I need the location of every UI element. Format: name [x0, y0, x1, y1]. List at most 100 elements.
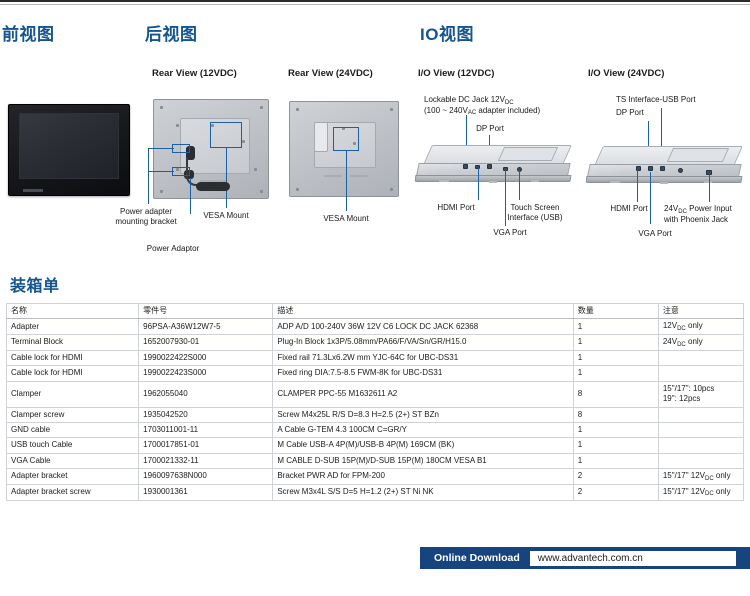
table-row: Cable lock for HDMI 1990022422S000 Fixed r… — [5, 349, 745, 367]
note-suffix: only — [685, 321, 703, 331]
leader-line-hdmi-24 — [637, 170, 638, 202]
cell-name: Cable lock for HDMI — [5, 349, 140, 367]
page-top-rule — [0, 0, 750, 5]
cell-name: USB touch Cable — [5, 437, 140, 454]
front-view-screen — [19, 113, 119, 179]
cell-part-number: 1703011001-11 — [138, 421, 274, 439]
cell-quantity: 1 — [572, 421, 659, 439]
callout-24v-suffix: Power Input — [686, 204, 732, 213]
screw-icon — [160, 106, 163, 109]
leader-line-vesa-24 — [346, 151, 347, 211]
screw-icon — [254, 168, 257, 171]
note-suffix: only — [713, 486, 731, 496]
table-row: GND cable 1703011001-11 A Cable G-TEM 4.3 … — [5, 421, 745, 439]
callout-lockable-dc-jack-line2a: (100 ~ 240V — [424, 105, 468, 115]
cell-name: Terminal Block — [5, 334, 140, 351]
online-download-bar: Online Download www.advantech.com.cn — [420, 547, 750, 569]
callout-vga-port-12vdc: VGA Port — [493, 228, 527, 237]
cell-part-number: 96PSA-A36W12W7-5 — [138, 318, 274, 336]
cell-name: Cable lock for HDMI — [5, 365, 140, 382]
leader-line-hdmi-12 — [478, 168, 479, 200]
caption-io-view-12vdc: I/O View (12VDC) — [418, 68, 495, 79]
packing-list-table: 名称 零件号 描述 数量 注意 Adapter 96PSA-A36W12W7-5 A… — [5, 302, 745, 501]
cell-name: VGA Cable — [5, 452, 140, 470]
cell-note — [657, 421, 745, 439]
port-usb-ts-24 — [678, 168, 683, 173]
table-row: VGA Cable 1700021332-11 M CABLE D-SUB 15P(… — [5, 452, 745, 470]
cell-quantity: 1 — [572, 334, 659, 351]
callout-vga-port-24vdc: VGA Port — [638, 229, 672, 238]
leader-line-ts-24 — [661, 108, 662, 151]
cell-description: A Cable G-TEM 4.3 100CM C=GR/Y — [272, 421, 574, 439]
front-view-brand-logo — [23, 189, 43, 192]
cell-part-number: 1652007930-01 — [138, 334, 274, 351]
cell-note — [657, 349, 745, 367]
callout-lockable-dc-jack-line1: Lockable DC Jack 12V — [424, 95, 505, 104]
callout-lockable-dc-jack-line2sub: AC — [467, 110, 477, 117]
callout-vesa-mount-12vdc: VESA Mount — [203, 211, 249, 220]
leader-line-bracket-lower — [148, 171, 174, 172]
note-subscript: DC — [677, 341, 686, 348]
packing-list-heading: 装箱单 — [10, 278, 60, 295]
column-header-name: 名称 — [5, 302, 140, 320]
cell-part-number: 1930001361 — [138, 483, 274, 501]
table-row: Adapter 96PSA-A36W12W7-5 ADP A/D 100-240V … — [5, 318, 745, 336]
cell-note — [657, 452, 745, 470]
note-suffix: only — [685, 337, 703, 347]
cell-description: M Cable USB-A 4P(M)/USB-B 4P(M) 169CM (B… — [272, 437, 574, 454]
screw-icon — [260, 106, 263, 109]
note-prefix: 15"/17" 12V — [662, 486, 706, 496]
cell-part-number: 1960097638N000 — [138, 468, 274, 485]
leader-line-bracket-upper — [148, 148, 174, 149]
callout-24v-line2: with Phoenix Jack — [664, 214, 729, 224]
note-prefix: 24V — [662, 337, 678, 347]
table-row: Terminal Block 1652007930-01 Plug-In Block… — [5, 334, 745, 351]
cell-description: Screw M4x25L R/S D=8.3 H=2.5 (2+) ST BZn — [272, 406, 574, 423]
section-heading-front-view: 前视图 — [2, 25, 55, 44]
cell-description: Screw M3x4L S/S D=5 H=1.2 (2+) ST Ni NK — [272, 483, 574, 501]
callout-lockable-dc-jack: Lockable DC Jack 12VDC (100 ~ 240VAC adap… — [424, 95, 574, 116]
screw-icon — [160, 190, 163, 193]
cell-quantity: 2 — [572, 468, 659, 485]
cell-part-number: 1935042520 — [138, 406, 274, 423]
leader-line-power-24 — [709, 174, 710, 202]
callout-ts-interface-usb-port: TS Interface-USB Port — [616, 95, 696, 104]
cell-name: Adapter bracket — [5, 468, 140, 485]
port-dp-24 — [648, 166, 653, 171]
note-prefix: 12V — [662, 321, 678, 331]
cell-description: ADP A/D 100-240V 36W 12V C6 LOCK DC JACK… — [272, 318, 574, 336]
io-panel-12-vent — [489, 181, 497, 183]
leader-line-vga-12 — [505, 170, 506, 200]
online-download-label: Online Download — [434, 552, 520, 564]
cell-name: Adapter — [5, 318, 140, 336]
cell-quantity: 1 — [572, 437, 659, 454]
cell-description: Plug-In Block 1x3P/5.08mm/PA66/F/VA/Sn/G… — [272, 334, 574, 351]
cell-name: GND cable — [5, 421, 140, 439]
column-header-description: 描述 — [272, 302, 574, 320]
front-view-monitor-image — [8, 104, 130, 196]
callout-touch-screen-interface-usb: Touch Screen Interface (USB) — [507, 203, 563, 223]
cell-name: Adapter bracket screw — [5, 483, 140, 501]
cell-part-number: 1700017851-01 — [138, 437, 274, 454]
callout-dp-port-24vdc: DP Port — [616, 108, 644, 117]
cell-name: Clamper — [5, 380, 140, 408]
io-panel-12-vesa-plate — [497, 147, 559, 161]
io-view-12vdc-image — [414, 145, 575, 193]
bracket-highlight-lower — [172, 167, 190, 176]
io-panel-12-vent — [531, 180, 539, 182]
cell-quantity: 1 — [572, 318, 659, 336]
leader-line-vga-12-lower — [505, 200, 506, 226]
table-row: Adapter bracket screw 1930001361 Screw M3x… — [5, 483, 745, 501]
io-panel-24-vent — [610, 181, 620, 183]
io-panel-24-vent — [660, 182, 668, 184]
leader-line-bracket-vert — [148, 148, 149, 204]
online-download-url[interactable]: www.advantech.com.cn — [529, 550, 736, 566]
cell-note — [657, 437, 745, 454]
screw-icon — [390, 108, 393, 111]
cell-quantity: 2 — [572, 483, 659, 501]
table-row: USB touch Cable 1700017851-01 M Cable USB-… — [5, 437, 745, 454]
note-subscript: DC — [705, 491, 714, 498]
vesa-mount-highlight-12vdc — [210, 122, 242, 148]
screw-icon — [296, 108, 299, 111]
section-heading-rear-view: 后视图 — [145, 25, 198, 44]
